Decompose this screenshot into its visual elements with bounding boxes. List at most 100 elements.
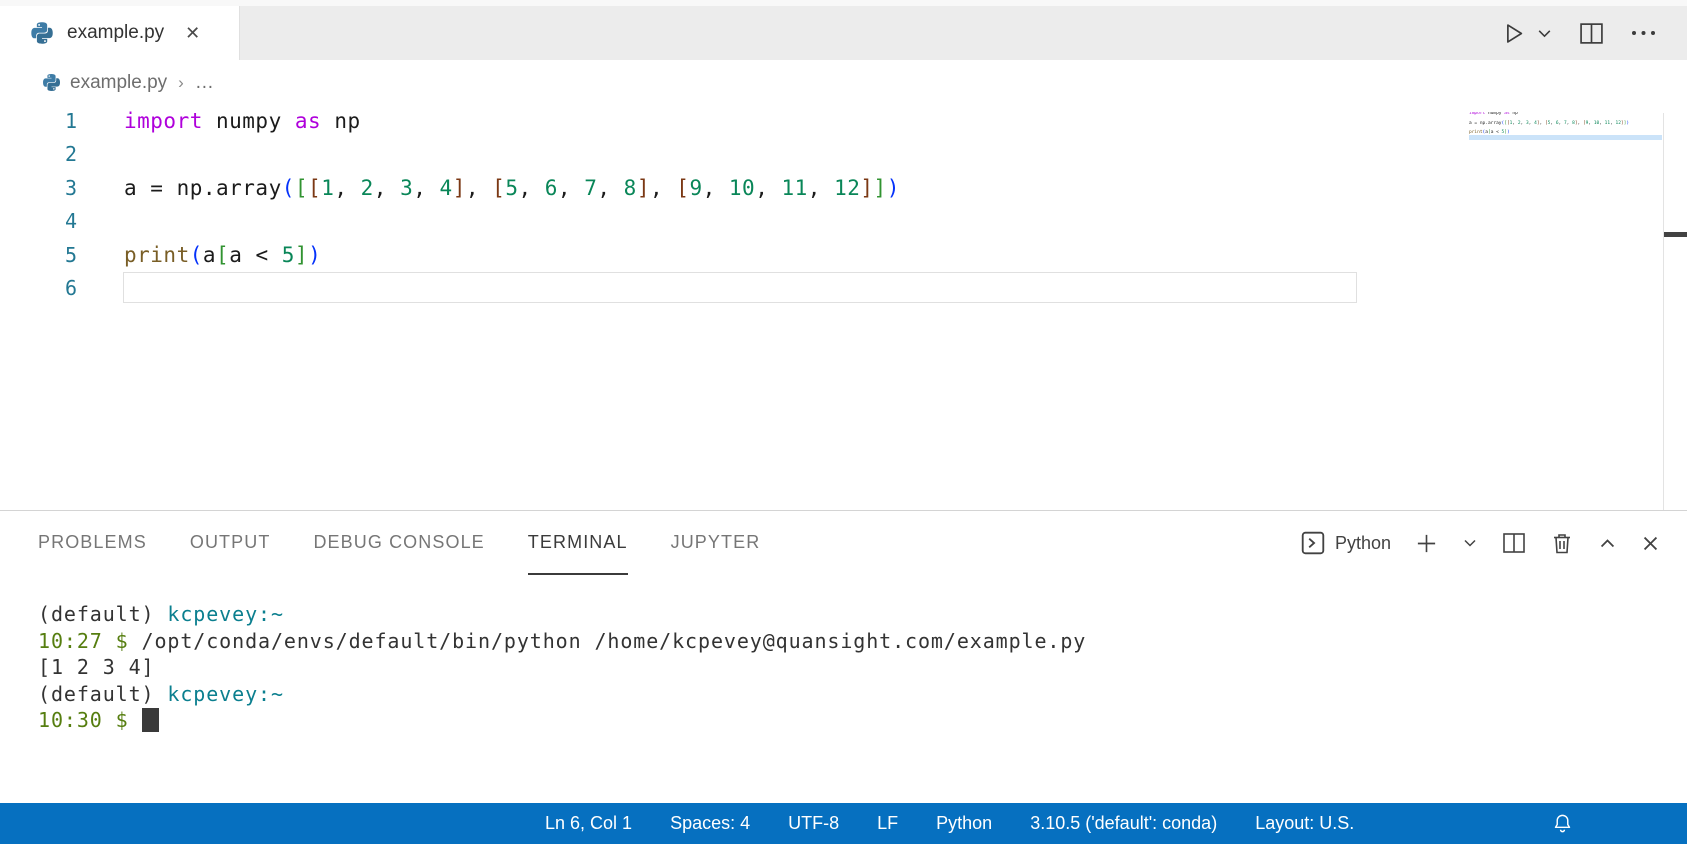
new-terminal-icon[interactable] — [1415, 532, 1438, 555]
token-b2: ] — [874, 176, 887, 200]
token-num: 5 — [505, 176, 518, 200]
breadcrumb-file[interactable]: example.py — [70, 72, 167, 94]
python-file-icon — [30, 21, 54, 45]
notifications-bell-icon[interactable] — [1551, 812, 1574, 835]
token-num: 2 — [361, 176, 374, 200]
breadcrumb-separator-icon: › — [176, 73, 186, 93]
window-top-strip — [0, 0, 1687, 6]
token-plain: , — [650, 176, 676, 200]
tab-close-icon[interactable]: ✕ — [185, 23, 200, 44]
token-num: 8 — [624, 176, 637, 200]
status-item[interactable]: Spaces: 4 — [670, 813, 750, 834]
code-line — [124, 138, 900, 171]
line-number: 1 — [0, 105, 77, 138]
token-plain: , — [597, 176, 623, 200]
terminal-line: [1 2 3 4] — [38, 654, 1687, 681]
maximize-panel-chevron-up-icon[interactable] — [1598, 534, 1617, 553]
token-b2: [ — [216, 243, 229, 267]
token-b3: [ — [308, 176, 321, 200]
panel-actions: Python — [1300, 511, 1660, 575]
token-b1: ) — [1626, 121, 1629, 126]
line-number: 2 — [0, 138, 77, 171]
status-bar: Ln 6, Col 1 Spaces: 4 UTF-8 LF Python 3.10.5 … — [0, 803, 1687, 844]
code-editor[interactable]: 123456 import numpy as np a = np.array([… — [0, 105, 1687, 510]
token-plain: a — [203, 243, 216, 267]
split-editor-icon[interactable] — [1579, 22, 1604, 45]
line-number: 6 — [0, 272, 77, 305]
line-number: 4 — [0, 205, 77, 238]
tab-example-py[interactable]: example.py ✕ — [0, 6, 240, 60]
token-plain: a < — [229, 243, 282, 267]
token-plain: , — [334, 176, 360, 200]
code-line — [124, 272, 900, 305]
token-plain: , — [755, 176, 781, 200]
token-plain: , — [466, 176, 492, 200]
token-b1: ( — [190, 243, 203, 267]
token-b1: ) — [308, 243, 321, 267]
bottom-panel: PROBLEMS OUTPUT DEBUG CONSOLE TERMINAL JUPYT… — [0, 510, 1687, 803]
tab-title: example.py — [67, 22, 164, 44]
token-b3: [ — [492, 176, 505, 200]
token-b3: [ — [676, 176, 689, 200]
shell-label: Python — [1335, 533, 1391, 554]
token-num: 12 — [834, 176, 860, 200]
token-t-user: kcpevey:~ — [167, 682, 283, 706]
token-num: 5 — [282, 243, 295, 267]
panel-tab[interactable]: DEBUG CONSOLE — [313, 511, 484, 575]
token-kw: import — [124, 109, 203, 133]
terminal-line: 10:27 $ /opt/conda/envs/default/bin/pyth… — [38, 628, 1687, 655]
panel-tab[interactable]: OUTPUT — [190, 511, 271, 575]
token-num: 4 — [440, 176, 453, 200]
token-b1: ) — [887, 176, 900, 200]
token-plain: , — [413, 176, 439, 200]
terminal-line: (default) kcpevey:~ — [38, 601, 1687, 628]
run-button[interactable] — [1500, 20, 1527, 47]
status-item[interactable]: 3.10.5 ('default': conda) — [1030, 813, 1217, 834]
token-num: 10 — [729, 176, 755, 200]
status-item[interactable]: UTF-8 — [788, 813, 839, 834]
token-t-plain: (default) — [38, 682, 167, 706]
token-t-prompt: 10:27 $ — [38, 629, 129, 653]
editor-actions — [1500, 6, 1657, 60]
token-num: 9 — [689, 176, 702, 200]
token-plain: , — [518, 176, 544, 200]
token-num: 6 — [545, 176, 558, 200]
run-dropdown-chevron-icon[interactable] — [1536, 25, 1553, 42]
status-item[interactable]: LF — [877, 813, 898, 834]
token-b3: ] — [637, 176, 650, 200]
code-content: import numpy as np a = np.array([[1, 2, … — [124, 105, 900, 305]
line-number: 3 — [0, 172, 77, 205]
token-t-prompt: 10:30 $ — [38, 708, 129, 732]
token-num: 3 — [400, 176, 413, 200]
token-num: 11 — [781, 176, 807, 200]
kill-terminal-trash-icon[interactable] — [1550, 531, 1574, 555]
minimap-current-line-highlight — [1469, 135, 1662, 140]
status-item[interactable]: Python — [936, 813, 992, 834]
token-plain: numpy — [203, 109, 295, 133]
token-b2: ] — [295, 243, 308, 267]
panel-tab[interactable]: TERMINAL — [528, 511, 628, 575]
status-item[interactable]: Layout: U.S. — [1255, 813, 1354, 834]
terminal-output[interactable]: (default) kcpevey:~10:27 $ /opt/conda/en… — [0, 575, 1687, 734]
token-plain: , — [808, 176, 834, 200]
panel-tab[interactable]: PROBLEMS — [38, 511, 147, 575]
token-b3: ] — [453, 176, 466, 200]
code-line: import numpy as np — [124, 105, 900, 138]
tab-bar: example.py ✕ — [0, 0, 1687, 60]
token-num: 1 — [321, 176, 334, 200]
code-line — [124, 205, 900, 238]
shell-picker[interactable]: Python — [1300, 530, 1391, 556]
token-plain: numpy — [1485, 112, 1504, 116]
terminal-line: 10:30 $ — [38, 707, 1687, 734]
breadcrumb-symbol-more[interactable]: … — [195, 72, 214, 94]
terminal-dropdown-chevron-icon[interactable] — [1462, 535, 1478, 551]
overview-ruler-scrollbar[interactable] — [1663, 113, 1687, 510]
close-panel-icon[interactable] — [1641, 534, 1660, 553]
more-actions-icon[interactable] — [1630, 28, 1657, 38]
token-t-user: kcpevey:~ — [167, 602, 283, 626]
panel-tab[interactable]: JUPYTER — [671, 511, 761, 575]
token-fn: print — [124, 243, 190, 267]
token-plain: np — [1510, 112, 1518, 116]
split-terminal-icon[interactable] — [1502, 531, 1526, 555]
status-item[interactable]: Ln 6, Col 1 — [545, 813, 632, 834]
